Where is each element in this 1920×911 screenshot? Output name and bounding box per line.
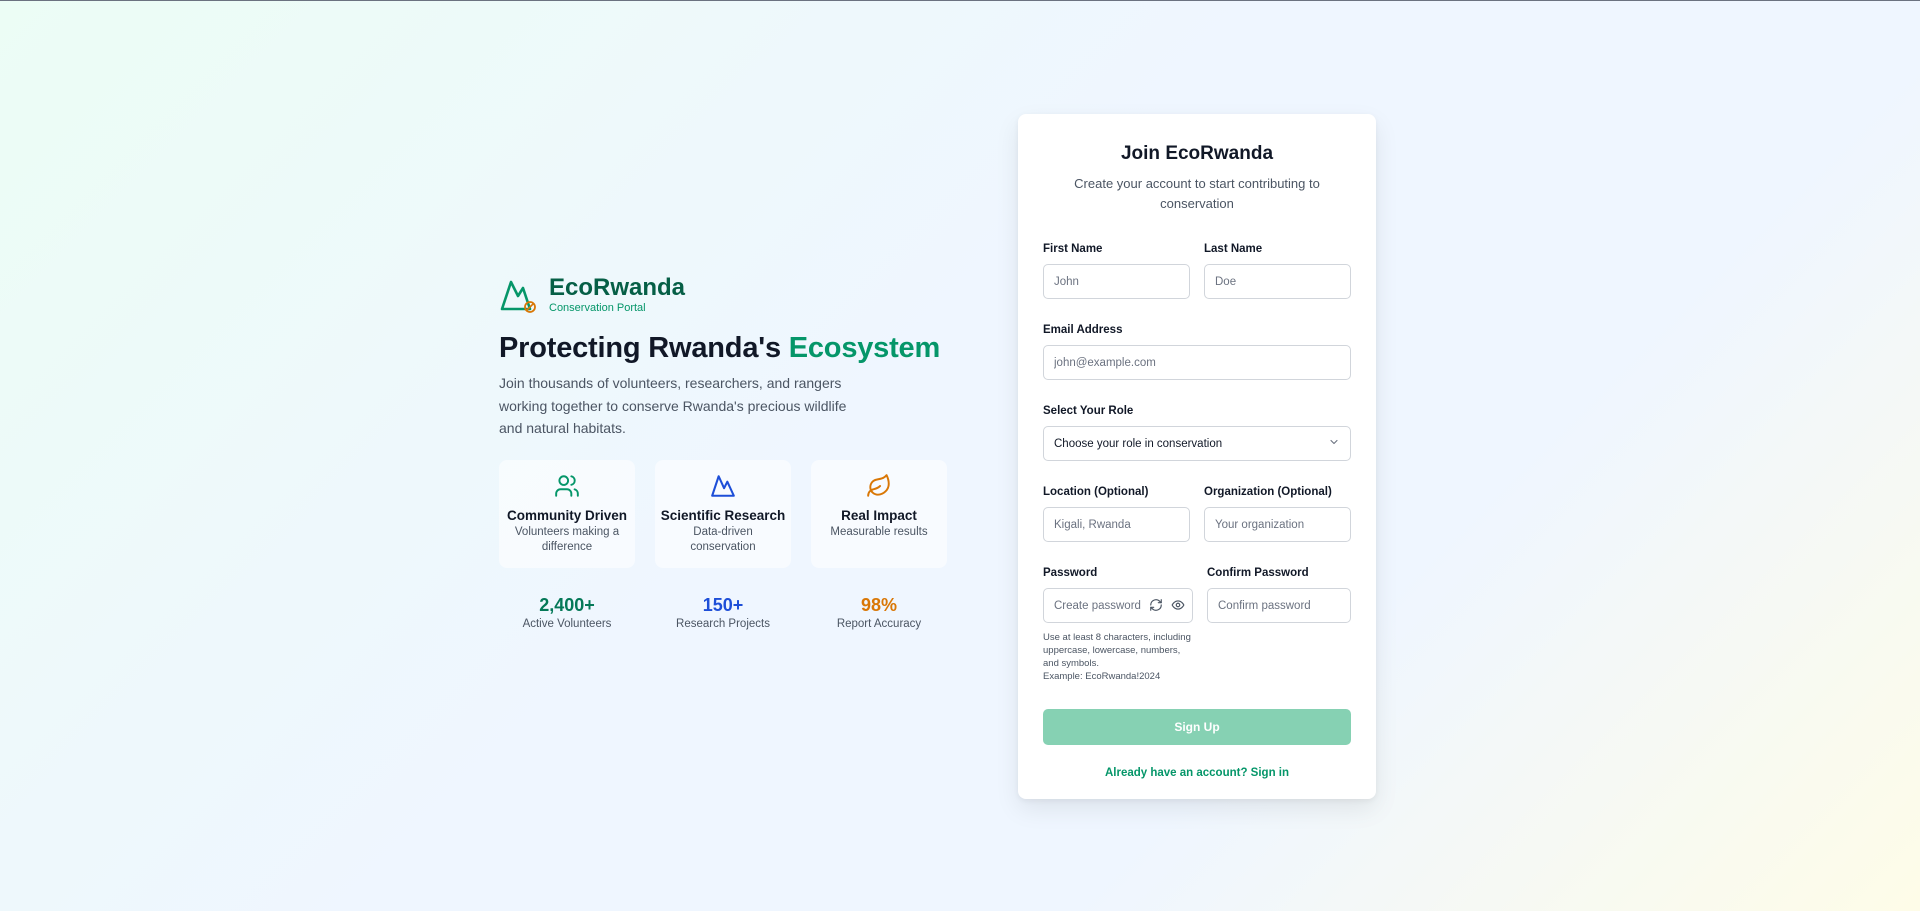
window-top-border bbox=[0, 0, 1920, 1]
sign-in-link[interactable]: Already have an account? Sign in bbox=[1043, 767, 1351, 779]
stat-label: Active Volunteers bbox=[522, 617, 612, 630]
stat-projects: 150+ Research Projects bbox=[655, 594, 791, 630]
brand-subtitle: Conservation Portal bbox=[549, 302, 646, 314]
role-select[interactable]: Choose your role in conservation bbox=[1043, 426, 1351, 461]
first-name-input[interactable] bbox=[1043, 264, 1190, 299]
stat-label: Research Projects bbox=[676, 617, 770, 630]
location-field: Location (Optional) bbox=[1043, 485, 1190, 542]
users-icon bbox=[499, 472, 635, 500]
organization-label: Organization (Optional) bbox=[1204, 486, 1332, 498]
stat-value: 2,400+ bbox=[539, 594, 595, 615]
name-row: First Name Last Name bbox=[1043, 242, 1351, 299]
form-title: Join EcoRwanda bbox=[1120, 143, 1274, 164]
stat-value: 98% bbox=[860, 594, 898, 615]
feature-description: Volunteers making a difference bbox=[514, 525, 620, 554]
signup-card: Join EcoRwanda Create your account to st… bbox=[1018, 114, 1376, 799]
last-name-field: Last Name bbox=[1204, 242, 1351, 299]
refresh-icon[interactable] bbox=[1149, 598, 1163, 617]
feature-card-community: Community Driven Volunteers making a dif… bbox=[499, 459, 635, 568]
confirm-password-field: Confirm Password bbox=[1207, 566, 1351, 683]
email-label: Email Address bbox=[1043, 324, 1123, 336]
mountain-icon bbox=[655, 472, 791, 500]
stat-volunteers: 2,400+ Active Volunteers bbox=[499, 594, 635, 630]
stat-accuracy: 98% Report Accuracy bbox=[811, 594, 947, 630]
email-input[interactable] bbox=[1043, 345, 1351, 380]
confirm-password-label: Confirm Password bbox=[1207, 567, 1309, 579]
first-name-field: First Name bbox=[1043, 242, 1190, 299]
password-hint-text: Use at least 8 characters, including upp… bbox=[1043, 632, 1191, 669]
password-example: Example: EcoRwanda!2024 bbox=[1043, 671, 1161, 682]
role-field: Select Your Role Choose your role in con… bbox=[1043, 404, 1351, 461]
feature-title: Real Impact bbox=[841, 507, 917, 523]
password-hint: Use at least 8 characters, including upp… bbox=[1043, 631, 1193, 683]
eye-icon[interactable] bbox=[1171, 598, 1185, 617]
brand: EcoRwanda Conservation Portal bbox=[499, 274, 949, 316]
organization-field: Organization (Optional) bbox=[1204, 485, 1351, 542]
hero-title: Protecting Rwanda's Ecosystem bbox=[499, 330, 949, 366]
hero-description: Join thousands of volunteers, researcher… bbox=[499, 375, 847, 436]
form-subtitle: Create your account to start contributin… bbox=[1074, 176, 1320, 211]
hero-title-prefix: Protecting Rwanda's bbox=[499, 332, 789, 364]
confirm-password-input[interactable] bbox=[1207, 588, 1351, 623]
feature-title: Scientific Research bbox=[660, 507, 786, 523]
feature-title: Community Driven bbox=[506, 507, 628, 523]
email-field: Email Address bbox=[1043, 323, 1351, 380]
hero-panel: EcoRwanda Conservation Portal Protecting… bbox=[499, 274, 949, 630]
organization-input[interactable] bbox=[1204, 507, 1351, 542]
feature-description: Data-driven conservation bbox=[690, 525, 756, 554]
password-label: Password bbox=[1043, 567, 1098, 579]
brand-name: EcoRwanda bbox=[549, 274, 686, 301]
stat-label: Report Accuracy bbox=[836, 617, 922, 630]
leaf-icon bbox=[811, 472, 947, 500]
feature-cards: Community Driven Volunteers making a dif… bbox=[499, 459, 949, 568]
location-input[interactable] bbox=[1043, 507, 1190, 542]
first-name-label: First Name bbox=[1043, 243, 1103, 255]
role-label: Select Your Role bbox=[1043, 405, 1134, 417]
feature-card-research: Scientific Research Data-driven conserva… bbox=[655, 459, 791, 568]
feature-description: Measurable results bbox=[830, 525, 928, 538]
mountain-logo-icon bbox=[499, 274, 541, 316]
feature-card-impact: Real Impact Measurable results bbox=[811, 459, 947, 568]
chevron-down-icon bbox=[1328, 436, 1340, 451]
password-field: Password Use at least 8 characters, incl… bbox=[1043, 566, 1193, 683]
sign-up-button[interactable]: Sign Up bbox=[1043, 709, 1351, 745]
last-name-label: Last Name bbox=[1204, 243, 1263, 255]
last-name-input[interactable] bbox=[1204, 264, 1351, 299]
hero-title-accent: Ecosystem bbox=[788, 332, 941, 364]
password-input-wrap bbox=[1043, 588, 1193, 623]
password-row: Password Use at least 8 characters, incl… bbox=[1043, 566, 1351, 683]
location-label: Location (Optional) bbox=[1043, 486, 1149, 498]
stats: 2,400+ Active Volunteers 150+ Research P… bbox=[499, 594, 949, 630]
stat-value: 150+ bbox=[702, 594, 744, 615]
location-org-row: Location (Optional) Organization (Option… bbox=[1043, 485, 1351, 542]
password-actions bbox=[1149, 598, 1185, 617]
role-select-value: Choose your role in conservation bbox=[1054, 437, 1223, 450]
